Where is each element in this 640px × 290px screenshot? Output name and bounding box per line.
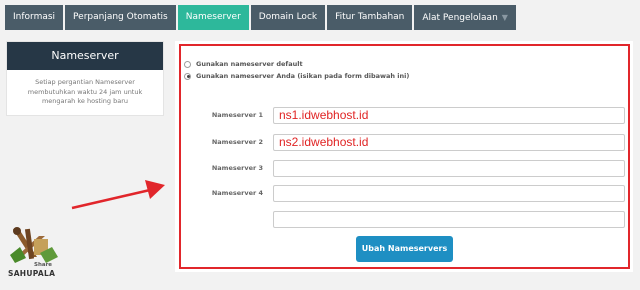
nameserver-info-panel: Nameserver Setiap pergantian Nameserver … <box>6 41 164 116</box>
radio-default[interactable] <box>184 60 191 68</box>
tab-informasi[interactable]: Informasi <box>5 5 64 30</box>
option-default-nameserver[interactable]: Gunakan nameserver default <box>184 58 303 70</box>
nameserver-1-label: Nameserver 1 <box>211 111 263 119</box>
nameserver-2-label: Nameserver 2 <box>211 138 263 146</box>
tab-perpanjang-otomatis[interactable]: Perpanjang Otomatis <box>65 5 176 30</box>
tab-label: Informasi <box>13 12 56 22</box>
tab-label: Alat Pengelolaan <box>422 13 498 23</box>
option-label: Gunakan nameserver Anda (isikan pada for… <box>196 72 410 80</box>
panel-info-text: Setiap pergantian Nameserver membutuhkan… <box>27 78 143 105</box>
logo-brand-text: SAHUPALA <box>8 269 56 278</box>
tab-label: Nameserver <box>185 12 241 22</box>
chevron-down-icon: ▼ <box>501 13 508 22</box>
nameserver-3-label: Nameserver 3 <box>211 164 263 172</box>
tab-label: Fitur Tambahan <box>335 12 405 22</box>
nameserver-3-input[interactable] <box>273 160 625 177</box>
tab-alat-pengelolaan[interactable]: Alat Pengelolaan ▼ <box>414 5 516 30</box>
tab-fitur-tambahan[interactable]: Fitur Tambahan <box>327 5 413 30</box>
watermark-logo: Share SAHUPALA <box>6 225 64 285</box>
tab-domain-lock[interactable]: Domain Lock <box>250 5 326 30</box>
nameserver-5-input[interactable] <box>273 211 625 228</box>
tab-nameserver[interactable]: Nameserver <box>177 5 249 30</box>
option-custom-nameserver[interactable]: Gunakan nameserver Anda (isikan pada for… <box>184 70 409 82</box>
option-label: Gunakan nameserver default <box>196 60 303 68</box>
logo-share-text: Share <box>34 262 53 268</box>
tab-label: Perpanjang Otomatis <box>73 12 168 22</box>
change-nameservers-button[interactable]: Ubah Nameservers <box>356 236 453 262</box>
tab-label: Domain Lock <box>258 12 318 22</box>
nameserver-1-input[interactable]: ns1.idwebhost.id <box>273 107 625 124</box>
tab-bar: Informasi Perpanjang Otomatis Nameserver… <box>5 5 516 30</box>
nameserver-4-label: Nameserver 4 <box>211 189 263 197</box>
radio-custom[interactable] <box>184 72 191 80</box>
nameserver-4-input[interactable] <box>273 185 625 202</box>
nameserver-2-input[interactable]: ns2.idwebhost.id <box>273 134 625 151</box>
panel-title: Nameserver <box>7 42 163 70</box>
